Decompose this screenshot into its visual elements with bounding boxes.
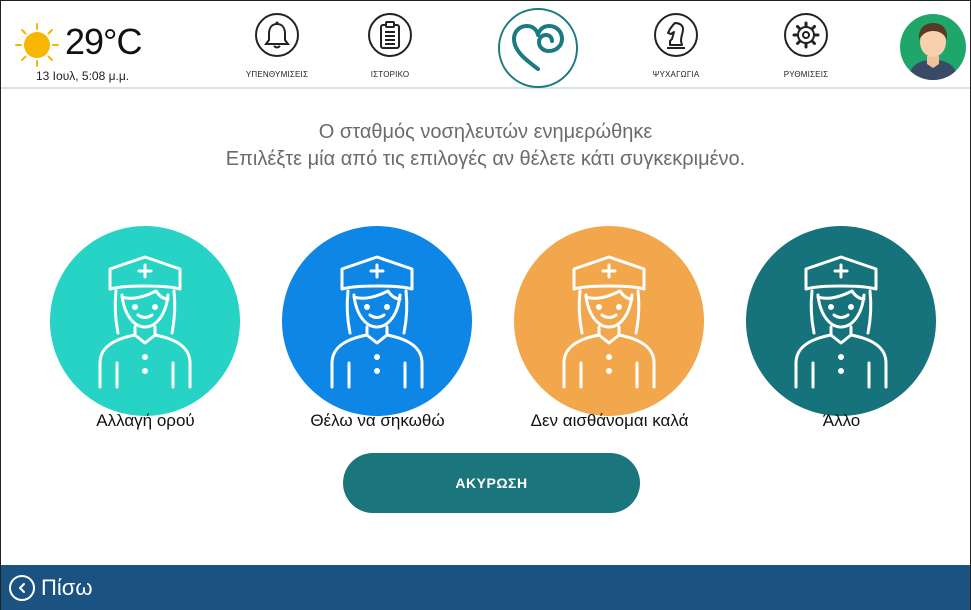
message-line-2: Επιλέξτε μία από τις επιλογές αν θέλετε … bbox=[225, 148, 746, 170]
option-iv-change[interactable]: Αλλαγή ορού bbox=[48, 226, 243, 436]
bottom-bar: Πίσω bbox=[1, 565, 970, 610]
nurse-icon bbox=[50, 226, 240, 416]
nav-history[interactable]: ΙΣΤΟΡΙΚΟ bbox=[335, 9, 445, 85]
nav-reminders-label: ΥΠΕΝΘΥΜΙΣΕΙΣ bbox=[245, 70, 309, 79]
message-line-1: Ο σταθμός νοσηλευτών ενημερώθηκε bbox=[318, 121, 653, 143]
back-label: Πίσω bbox=[41, 575, 93, 600]
nurse-icon bbox=[746, 226, 936, 416]
status-message: Ο σταθμός νοσηλευτών ενημερώθηκε Επιλέξτ… bbox=[1, 119, 970, 173]
option-other[interactable]: Άλλο bbox=[744, 226, 939, 436]
option-label: Αλλαγή ορού bbox=[96, 411, 195, 430]
heart-logo-icon[interactable] bbox=[498, 8, 578, 88]
nav-entertainment[interactable]: ΨΥΧΑΓΩΓΙΑ bbox=[621, 9, 731, 85]
option-not-feeling-well[interactable]: Δεν αισθάνομαι καλά bbox=[512, 226, 707, 436]
nav-settings[interactable]: ΡΥΘΜΙΣΕΙΣ bbox=[751, 9, 861, 85]
clipboard-icon bbox=[368, 13, 412, 57]
nurse-icon bbox=[282, 226, 472, 416]
chess-knight-icon bbox=[654, 13, 698, 57]
option-label: Δεν αισθάνομαι καλά bbox=[530, 411, 689, 430]
nurse-icon bbox=[514, 226, 704, 416]
option-label: Θέλω να σηκωθώ bbox=[310, 411, 445, 430]
sun-icon bbox=[15, 23, 59, 67]
option-label: Άλλο bbox=[822, 411, 861, 430]
back-button[interactable]: Πίσω bbox=[9, 572, 93, 604]
chevron-left-icon bbox=[9, 575, 35, 601]
weather-widget: 29°C 13 Ιουλ, 5:08 μ.μ. bbox=[15, 9, 205, 85]
user-icon bbox=[908, 23, 958, 80]
nav-reminders[interactable]: ΥΠΕΝΘΥΜΙΣΕΙΣ bbox=[222, 9, 332, 85]
nav-entertainment-label: ΨΥΧΑΓΩΓΙΑ bbox=[652, 70, 700, 79]
bell-icon bbox=[255, 13, 299, 57]
option-want-to-get-up[interactable]: Θέλω να σηκωθώ bbox=[280, 226, 475, 436]
nav-settings-label: ΡΥΘΜΙΣΕΙΣ bbox=[783, 70, 829, 79]
avatar[interactable] bbox=[900, 14, 966, 80]
app-window: 29°C 13 Ιουλ, 5:08 μ.μ. ΥΠΕΝΘΥΜΙΣΕΙΣ ΙΣΤ… bbox=[0, 0, 971, 610]
top-bar: 29°C 13 Ιουλ, 5:08 μ.μ. ΥΠΕΝΘΥΜΙΣΕΙΣ ΙΣΤ… bbox=[1, 1, 970, 89]
temperature: 29°C bbox=[65, 21, 142, 62]
nav-history-label: ΙΣΤΟΡΙΚΟ bbox=[370, 70, 410, 79]
cancel-button[interactable]: ΑΚΥΡΩΣΗ bbox=[343, 453, 640, 513]
gear-icon bbox=[784, 13, 828, 57]
date-time: 13 Ιουλ, 5:08 μ.μ. bbox=[36, 69, 130, 83]
